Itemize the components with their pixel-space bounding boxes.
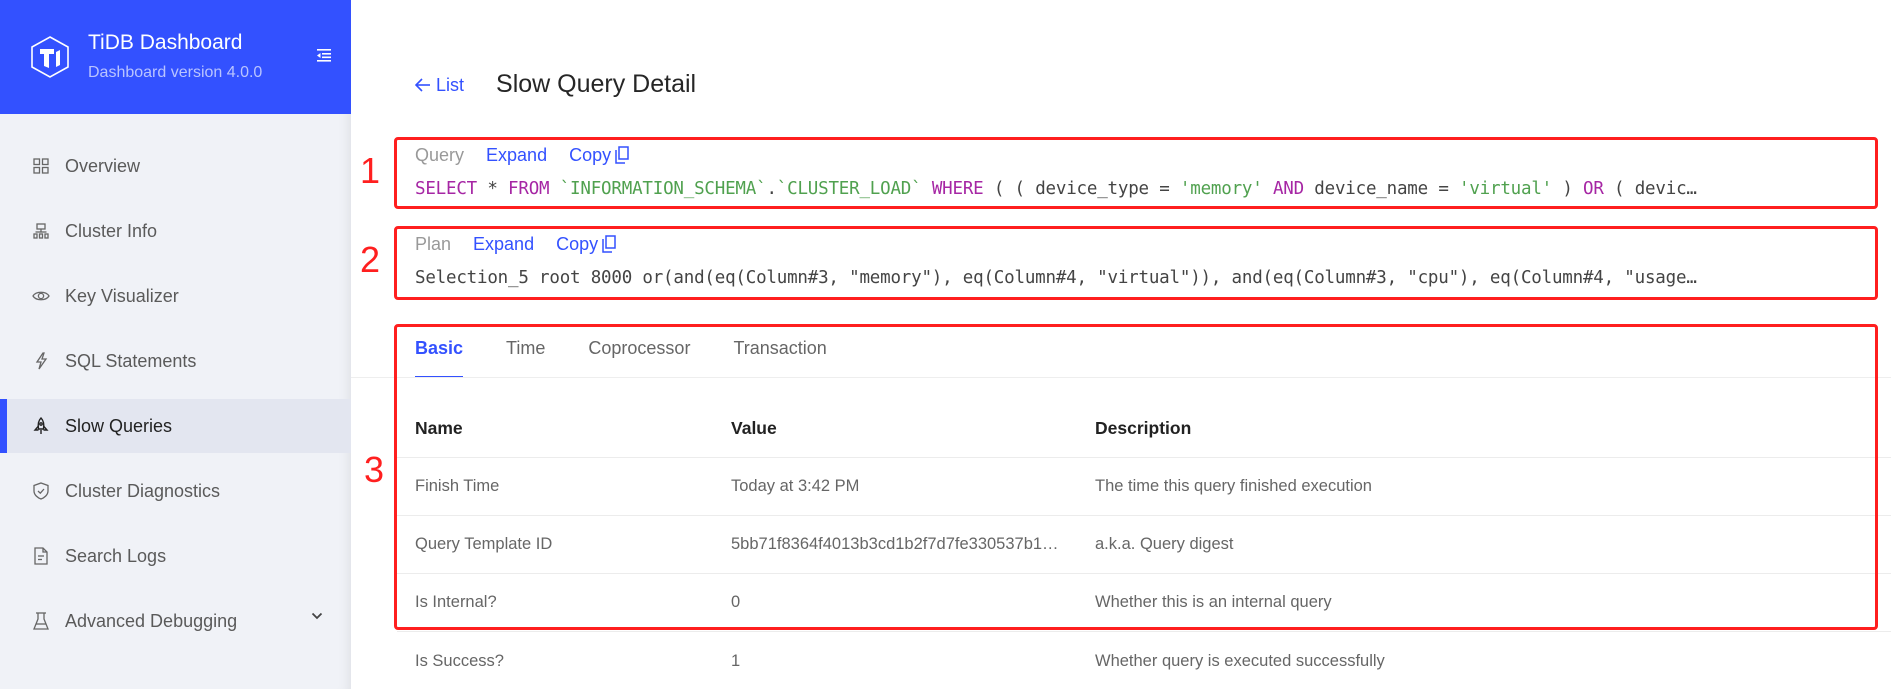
sidebar-item-label: Advanced Debugging [65,610,238,631]
page-header: List Slow Query Detail [415,70,696,99]
table-row: Is Success? 1 Whether query is executed … [397,632,1891,689]
experiment-icon [32,612,50,630]
back-to-list-link[interactable]: List [415,75,464,96]
cluster-icon [32,222,50,240]
sidebar-item-label: Slow Queries [65,415,173,436]
sidebar: TiDB Dashboard Dashboard version 4.0.0 O… [0,0,351,689]
cell-value: 1 [731,651,741,670]
rocket-icon [32,417,50,435]
sidebar-item-overview[interactable]: Overview [0,139,351,193]
sidebar-item-key-visualizer[interactable]: Key Visualizer [0,269,351,323]
sidebar-item-slow-queries[interactable]: Slow Queries [0,399,351,453]
annotation-box-basic-table [394,324,1878,630]
tidb-logo-icon [31,36,69,78]
brand-header: TiDB Dashboard Dashboard version 4.0.0 [0,0,351,114]
file-text-icon [32,547,50,565]
sidebar-item-label: Search Logs [65,545,167,566]
annotation-box-plan [394,226,1878,300]
sidebar-item-label: Cluster Info [65,220,158,241]
arrow-left-icon [415,78,430,92]
sidebar-item-label: SQL Statements [65,350,197,371]
annotation-number: 1 [360,150,381,191]
sidebar-item-label: Key Visualizer [65,285,179,306]
annotation-number: 3 [364,449,385,490]
sidebar-item-label: Cluster Diagnostics [65,480,221,501]
sidebar-item-cluster-diagnostics[interactable]: Cluster Diagnostics [0,464,351,518]
cell-description: Whether query is executed successfully [1095,651,1385,670]
page-title: Slow Query Detail [496,70,697,98]
app-title: TiDB Dashboard [88,31,243,54]
sidebar-item-cluster-info[interactable]: Cluster Info [0,204,351,258]
cell-name: Is Success? [415,651,504,670]
annotation-box-query [394,137,1878,209]
sidebar-nav: Overview Cluster Info Key Visualizer SQL… [0,114,351,648]
thunderbolt-icon [32,352,50,370]
app-version: Dashboard version 4.0.0 [88,64,263,81]
safety-icon [32,482,50,500]
sidebar-item-advanced-debugging[interactable]: Advanced Debugging [0,594,351,648]
back-label: List [436,74,465,95]
menu-fold-icon[interactable] [315,46,333,64]
sidebar-item-sql-statements[interactable]: SQL Statements [0,334,351,388]
annotation-number: 2 [360,239,381,280]
sidebar-item-search-logs[interactable]: Search Logs [0,529,351,583]
sidebar-item-label: Overview [65,155,141,176]
appstore-icon [32,157,50,175]
eye-icon [32,287,50,305]
chevron-down-icon [311,612,323,620]
